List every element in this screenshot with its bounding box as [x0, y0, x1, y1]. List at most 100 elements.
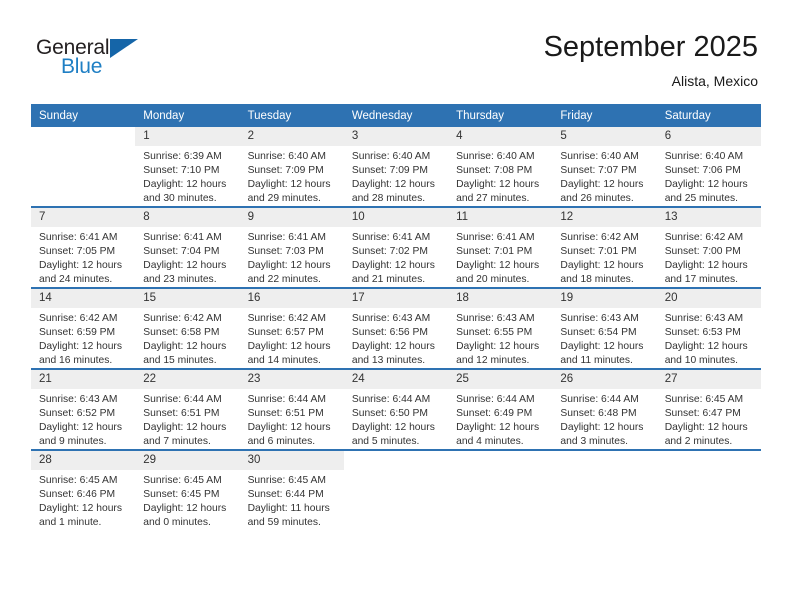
sunset-text: Sunset: 6:48 PM: [560, 408, 637, 419]
sunset-text: Sunset: 6:50 PM: [351, 408, 428, 419]
calendar-day-cell[interactable]: 26 Sunrise: 6:44 AM Sunset: 6:48 PM Dayligh…: [552, 368, 657, 450]
calendar-day-cell[interactable]: 14 Sunrise: 6:42 AM Sunset: 6:59 PM Dayligh…: [31, 287, 136, 369]
calendar-day-cell[interactable]: 3 Sunrise: 6:40 AM Sunset: 7:09 PM Daylight…: [343, 127, 449, 207]
day-details: Sunrise: 6:41 AM Sunset: 7:04 PM Daylight:…: [135, 227, 239, 287]
calendar-day-cell[interactable]: 7 Sunrise: 6:41 AM Sunset: 7:05 PM Daylight…: [31, 206, 136, 288]
calendar-day-cell[interactable]: 9 Sunrise: 6:41 AM Sunset: 7:03 PM Daylight…: [239, 206, 344, 288]
sunrise-text: Sunrise: 6:41 AM: [456, 232, 535, 243]
calendar-day-cell[interactable]: 8 Sunrise: 6:41 AM Sunset: 7:04 PM Daylight…: [135, 206, 240, 288]
daylight-text: Daylight: 12 hours and 23 minutes.: [143, 260, 227, 285]
sunrise-text: Sunrise: 6:40 AM: [664, 151, 744, 162]
daylight-text: Daylight: 12 hours and 11 minutes.: [560, 341, 644, 366]
day-number: 4: [448, 127, 553, 146]
calendar-day-cell[interactable]: 19 Sunrise: 6:43 AM Sunset: 6:54 PM Dayligh…: [552, 287, 657, 369]
calendar-day-cell[interactable]: 29 Sunrise: 6:45 AM Sunset: 6:45 PM Dayligh…: [135, 449, 240, 530]
daylight-text: Daylight: 12 hours and 29 minutes.: [247, 179, 331, 204]
sunset-text: Sunset: 6:55 PM: [456, 327, 533, 338]
calendar-day-cell[interactable]: 10 Sunrise: 6:41 AM Sunset: 7:02 PM Dayligh…: [343, 206, 449, 288]
calendar-day-cell[interactable]: 17 Sunrise: 6:43 AM Sunset: 6:56 PM Dayligh…: [343, 287, 449, 369]
day-number: 3: [343, 127, 449, 146]
calendar-day-cell[interactable]: 6 Sunrise: 6:40 AM Sunset: 7:06 PM Daylight…: [656, 127, 761, 207]
sunrise-text: Sunrise: 6:40 AM: [560, 151, 639, 162]
calendar-day-cell-empty: [552, 449, 657, 530]
calendar-day-cell[interactable]: 13 Sunrise: 6:42 AM Sunset: 7:00 PM Dayligh…: [656, 206, 761, 288]
calendar-day-cell[interactable]: 11 Sunrise: 6:41 AM Sunset: 7:01 PM Dayligh…: [448, 206, 553, 288]
sunrise-text: Sunrise: 6:41 AM: [39, 232, 118, 243]
day-number: 28: [31, 451, 136, 470]
daylight-text: Daylight: 12 hours and 26 minutes.: [560, 179, 644, 204]
daylight-text: Daylight: 12 hours and 22 minutes.: [247, 260, 331, 285]
weekday-header-thursday: Thursday: [448, 104, 553, 127]
daylight-text: Daylight: 12 hours and 12 minutes.: [456, 341, 540, 366]
sunset-text: Sunset: 6:53 PM: [664, 327, 741, 338]
daylight-text: Daylight: 12 hours and 28 minutes.: [351, 179, 435, 204]
calendar-day-cell[interactable]: 15 Sunrise: 6:42 AM Sunset: 6:58 PM Dayligh…: [135, 287, 240, 369]
day-number: 5: [552, 127, 657, 146]
calendar-day-cell-empty: [31, 127, 136, 207]
day-number: 7: [31, 208, 136, 227]
calendar-day-cell[interactable]: 12 Sunrise: 6:42 AM Sunset: 7:01 PM Dayligh…: [552, 206, 657, 288]
day-details: Sunrise: 6:39 AM Sunset: 7:10 PM Daylight:…: [135, 146, 239, 206]
sunrise-text: Sunrise: 6:44 AM: [456, 394, 535, 405]
sunset-text: Sunset: 6:56 PM: [351, 327, 428, 338]
calendar-day-cell[interactable]: 16 Sunrise: 6:42 AM Sunset: 6:57 PM Dayligh…: [239, 287, 344, 369]
page-title: September 2025: [543, 31, 758, 63]
sunrise-text: Sunrise: 6:44 AM: [247, 394, 326, 405]
sunset-text: Sunset: 6:45 PM: [143, 489, 220, 500]
sunrise-text: Sunrise: 6:43 AM: [456, 313, 535, 324]
sunset-text: Sunset: 6:54 PM: [560, 327, 637, 338]
day-number: 12: [552, 208, 657, 227]
sunset-text: Sunset: 7:10 PM: [143, 165, 220, 176]
calendar-day-cell[interactable]: 27 Sunrise: 6:45 AM Sunset: 6:47 PM Dayligh…: [656, 368, 761, 450]
calendar-day-cell[interactable]: 23 Sunrise: 6:44 AM Sunset: 6:51 PM Dayligh…: [239, 368, 344, 450]
weekday-header-sunday: Sunday: [31, 104, 136, 127]
calendar-day-cell[interactable]: 22 Sunrise: 6:44 AM Sunset: 6:51 PM Dayligh…: [135, 368, 240, 450]
day-number: 18: [448, 289, 553, 308]
sunrise-text: Sunrise: 6:39 AM: [143, 151, 222, 162]
day-details: Sunrise: 6:43 AM Sunset: 6:52 PM Daylight:…: [31, 389, 135, 449]
calendar-day-cell[interactable]: 5 Sunrise: 6:40 AM Sunset: 7:07 PM Daylight…: [552, 127, 657, 207]
calendar-day-cell[interactable]: 18 Sunrise: 6:43 AM Sunset: 6:55 PM Dayligh…: [448, 287, 553, 369]
day-number: 9: [239, 208, 344, 227]
day-details: Sunrise: 6:44 AM Sunset: 6:50 PM Daylight:…: [344, 389, 448, 449]
calendar-day-cell[interactable]: 1 Sunrise: 6:39 AM Sunset: 7:10 PM Daylight…: [135, 127, 240, 207]
day-number: 6: [656, 127, 761, 146]
calendar-day-cell[interactable]: 4 Sunrise: 6:40 AM Sunset: 7:08 PM Daylight…: [448, 127, 553, 207]
day-number: [343, 451, 449, 470]
calendar-day-cell[interactable]: 21 Sunrise: 6:43 AM Sunset: 6:52 PM Dayligh…: [31, 368, 136, 450]
calendar-week-row: 1 Sunrise: 6:39 AM Sunset: 7:10 PM Daylight…: [31, 127, 761, 207]
day-number: [448, 451, 553, 470]
sunset-text: Sunset: 7:00 PM: [664, 246, 741, 257]
sunrise-text: Sunrise: 6:42 AM: [143, 313, 222, 324]
day-details: Sunrise: 6:45 AM Sunset: 6:44 PM Daylight:…: [240, 470, 344, 530]
day-details: Sunrise: 6:45 AM Sunset: 6:46 PM Daylight:…: [31, 470, 135, 530]
calendar-week-row: 21 Sunrise: 6:43 AM Sunset: 6:52 PM Dayligh…: [31, 368, 761, 450]
day-number: 25: [448, 370, 553, 389]
sunrise-text: Sunrise: 6:45 AM: [247, 475, 326, 486]
calendar-day-cell[interactable]: 24 Sunrise: 6:44 AM Sunset: 6:50 PM Dayligh…: [343, 368, 449, 450]
calendar-week-row: 7 Sunrise: 6:41 AM Sunset: 7:05 PM Daylight…: [31, 206, 761, 288]
sunrise-text: Sunrise: 6:42 AM: [560, 232, 639, 243]
day-details: Sunrise: 6:45 AM Sunset: 6:47 PM Daylight:…: [657, 389, 761, 449]
sunrise-text: Sunrise: 6:42 AM: [39, 313, 118, 324]
calendar-day-cell[interactable]: 25 Sunrise: 6:44 AM Sunset: 6:49 PM Dayligh…: [448, 368, 553, 450]
day-number: 15: [135, 289, 240, 308]
day-details: Sunrise: 6:44 AM Sunset: 6:51 PM Daylight:…: [240, 389, 344, 449]
calendar-day-cell[interactable]: 28 Sunrise: 6:45 AM Sunset: 6:46 PM Dayligh…: [31, 449, 136, 530]
location-subtitle: Alista, Mexico: [671, 73, 758, 89]
calendar-day-cell[interactable]: 2 Sunrise: 6:40 AM Sunset: 7:09 PM Daylight…: [239, 127, 344, 207]
weekday-header-friday: Friday: [552, 104, 657, 127]
sunset-text: Sunset: 6:47 PM: [664, 408, 741, 419]
day-details: Sunrise: 6:42 AM Sunset: 7:00 PM Daylight:…: [657, 227, 761, 287]
day-details: Sunrise: 6:40 AM Sunset: 7:06 PM Daylight:…: [657, 146, 761, 206]
weekday-header-wednesday: Wednesday: [343, 104, 449, 127]
day-details: Sunrise: 6:41 AM Sunset: 7:02 PM Daylight:…: [344, 227, 448, 287]
sunset-text: Sunset: 7:08 PM: [456, 165, 533, 176]
calendar-day-cell[interactable]: 20 Sunrise: 6:43 AM Sunset: 6:53 PM Dayligh…: [656, 287, 761, 369]
day-number: 23: [239, 370, 344, 389]
calendar-body: 1 Sunrise: 6:39 AM Sunset: 7:10 PM Daylight…: [31, 127, 761, 530]
daylight-text: Daylight: 12 hours and 25 minutes.: [664, 179, 748, 204]
sunrise-text: Sunrise: 6:45 AM: [39, 475, 118, 486]
calendar-day-cell[interactable]: 30 Sunrise: 6:45 AM Sunset: 6:44 PM Dayligh…: [239, 449, 344, 530]
day-number: 11: [448, 208, 553, 227]
